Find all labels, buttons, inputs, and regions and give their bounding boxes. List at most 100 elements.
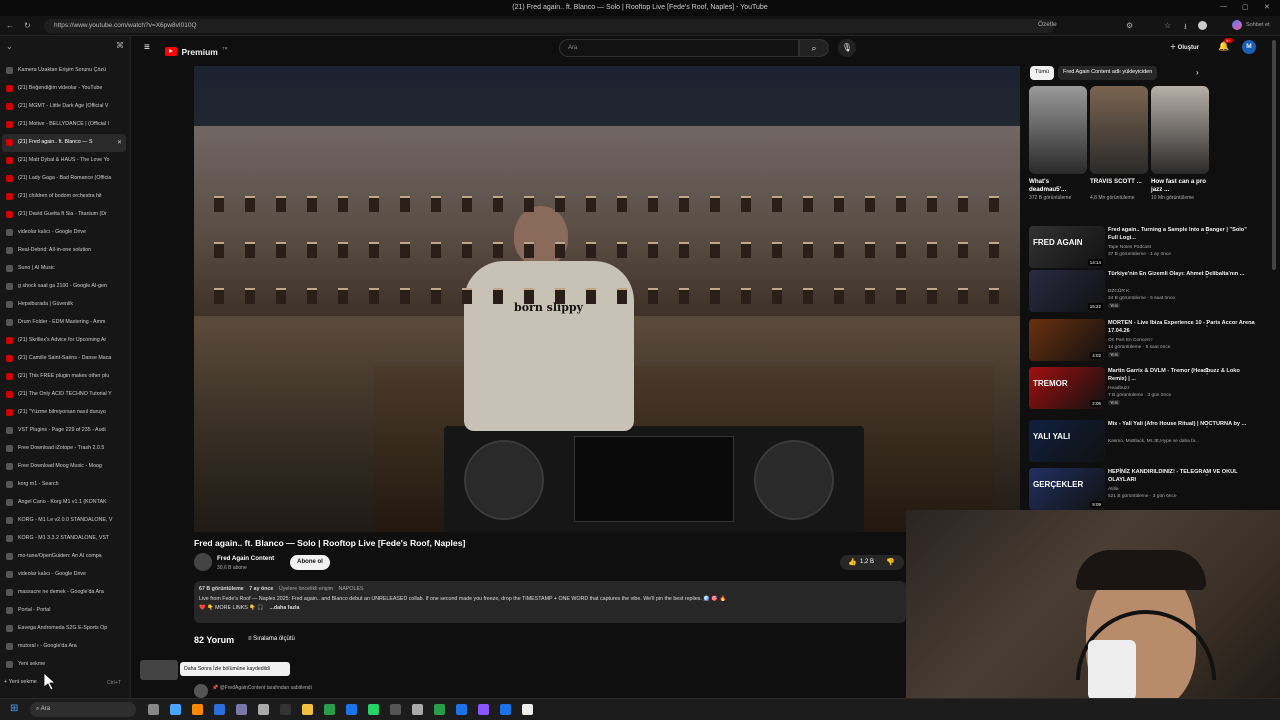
sidebar-tab[interactable]: (21) children of bodom orchestra hit — [2, 188, 126, 206]
sidebar-tab[interactable]: Free Download iZotope - Trash 2.0.5 — [2, 440, 126, 458]
create-button[interactable]: ＋ Oluştur — [1170, 42, 1199, 51]
taskbar-app-icon[interactable] — [346, 704, 357, 715]
sidebar-tab[interactable]: (21) This FREE plugin makes other plu — [2, 368, 126, 386]
more-options-icon[interactable]: ⋮ — [1203, 226, 1211, 235]
more-options-icon[interactable]: ⋮ — [1203, 420, 1211, 429]
url-field[interactable]: https://www.youtube.com/watch?v=X6pw8vI0… — [44, 19, 1054, 33]
ozetle-button[interactable]: Özetle — [1038, 21, 1057, 28]
chip-channel[interactable]: Fred Again Content adlı yükleyiciden — [1058, 66, 1158, 80]
chevron-right-icon[interactable]: › — [1196, 68, 1199, 77]
recommendation-item[interactable]: 15:22 Türkiye'nin En Gizemli Olayı: Ahmet… — [1029, 270, 1269, 314]
taskbar-app-icon[interactable] — [214, 704, 225, 715]
page-scrollbar[interactable] — [1272, 40, 1276, 270]
back-icon[interactable]: ← — [6, 21, 14, 30]
recommendation-channel[interactable]: Headbuzz — [1108, 385, 1258, 392]
collapse-sidebar-icon[interactable]: ⌄ — [6, 42, 13, 51]
channel-name[interactable]: Fred Again Content — [217, 555, 274, 562]
taskbar-app-icon[interactable] — [324, 704, 335, 715]
recommendation-item[interactable]: YALI YALI Mix - Yali Yali (Afro House Rit… — [1029, 420, 1269, 464]
sidebar-tab[interactable]: (21) Fred again.. ft. Blanco — S ✕ — [2, 134, 126, 152]
taskbar-app-icon[interactable] — [280, 704, 291, 715]
more-options-icon[interactable]: ⋮ — [1203, 319, 1211, 328]
taskbar-app-icon[interactable] — [236, 704, 247, 715]
sidebar-tab[interactable]: Suno | AI Music — [2, 260, 126, 278]
account-avatar[interactable]: M — [1242, 40, 1256, 54]
search-input[interactable]: Ara — [559, 39, 799, 57]
taskbar-app-icon[interactable] — [258, 704, 269, 715]
recommendation-title[interactable]: Mix - Yali Yali (Afro House Ritual) | NO… — [1108, 420, 1258, 428]
youtube-logo[interactable]: Premium TR — [165, 43, 228, 61]
show-more-button[interactable]: ...daha fazla — [269, 605, 299, 611]
pin-sidebar-icon[interactable]: ⌘ — [116, 41, 124, 50]
recommendation-title[interactable]: MORTEN - Live Ibiza Experience 10 - Pari… — [1108, 319, 1258, 335]
recommendation-thumbnail[interactable]: 15:22 — [1029, 270, 1105, 312]
subscribe-button[interactable]: Abone ol — [290, 555, 330, 570]
recommendation-thumbnail[interactable]: FRED AGAIN 14:14 — [1029, 226, 1105, 268]
short-thumbnail[interactable] — [1151, 86, 1209, 174]
sidebar-tab[interactable]: mo-tune/OpenGuiden: An AI compa — [2, 548, 126, 566]
recommendation-channel[interactable]: Atilla — [1108, 486, 1258, 493]
sidebar-tab[interactable]: videolar kalıcı - Google Drive — [2, 566, 126, 584]
sidebar-tab[interactable]: KORG - M1 3.3.2 STANDALONE, VST — [2, 530, 126, 548]
taskbar-app-icon[interactable] — [170, 704, 181, 715]
recommendation-item[interactable]: 4:02 MORTEN - Live Ibiza Experience 10 - … — [1029, 319, 1269, 363]
sidebar-tab[interactable]: (21) Motive - BELLYDANCE | (Official I — [2, 116, 126, 134]
hashtag[interactable]: NAPOLES — [339, 586, 364, 592]
sidebar-tab[interactable]: Angel Cano - Korg M1 v1.1 (KONTAK — [2, 494, 126, 512]
new-tab-button[interactable]: + Yeni sekme — [4, 679, 37, 685]
recommendation-channel[interactable]: Tape Notes Podcast — [1108, 244, 1258, 251]
extensions-icon[interactable]: ⚙ — [1126, 21, 1133, 30]
video-player[interactable]: born slippy — [194, 66, 1020, 532]
voice-search-button[interactable]: 🎙 — [838, 39, 856, 57]
sidebar-tab[interactable]: massacre ne demek - Google'da Ara — [2, 584, 126, 602]
sidebar-tab[interactable]: (21) Beğendiğim videolar - YouTube — [2, 80, 126, 98]
sidebar-tab[interactable]: (21) The Only ACID TECHNO Tutorial Y — [2, 386, 126, 404]
recommendation-channel[interactable]: On Part En Concert ! — [1108, 337, 1258, 344]
start-icon[interactable]: ⊞ — [10, 703, 18, 714]
recommendation-item[interactable]: TREMOR 2:06 Martin Garrix & DVLM - Tremor … — [1029, 367, 1269, 411]
taskbar-app-icon[interactable] — [522, 704, 533, 715]
taskbar-app-icon[interactable] — [456, 704, 467, 715]
taskbar-app-icon[interactable] — [500, 704, 511, 715]
taskbar-app-icon[interactable] — [434, 704, 445, 715]
recommendation-thumbnail[interactable]: YALI YALI — [1029, 420, 1105, 462]
favorites-icon[interactable]: ☆ — [1164, 21, 1171, 30]
more-options-icon[interactable]: ⋮ — [1203, 270, 1211, 279]
close-tab-icon[interactable]: ✕ — [117, 139, 122, 146]
short-title[interactable]: TRAVIS SCOTT ... — [1090, 178, 1148, 186]
menu-icon[interactable]: ≡ — [144, 42, 150, 53]
dislike-icon[interactable]: 👎 — [886, 558, 895, 566]
taskbar-search[interactable]: ⌕ Ara — [30, 702, 136, 717]
taskbar-app-icon[interactable] — [302, 704, 313, 715]
sidebar-tab[interactable]: mutoral ı - Google'da Ara — [2, 638, 126, 656]
sidebar-tab[interactable]: g shock saat ga 2100 - Google AI-gen — [2, 278, 126, 296]
recommendation-title[interactable]: HEPİNİZ KANDIRILDINIZ! - TELEGRAM VE OKU… — [1108, 468, 1258, 484]
sidebar-tab[interactable]: Free Download Moog Music - Moog — [2, 458, 126, 476]
sidebar-tab[interactable]: Kamera Uzaktan Erişim Sorunu Çözü — [2, 62, 126, 80]
like-icon[interactable]: 👍 — [848, 558, 857, 566]
sidebar-tab[interactable]: videolar kalıcı - Google Drive — [2, 224, 126, 242]
recommendation-title[interactable]: Türkiye'nin En Gizemli Olayı: Ahmet Deli… — [1108, 270, 1258, 278]
sidebar-tab[interactable]: Portal - Portal — [2, 602, 126, 620]
notifications-button[interactable]: 🔔 9+ — [1218, 38, 1233, 52]
recommendation-title[interactable]: Martin Garrix & DVLM - Tremor (Headbuzz … — [1108, 367, 1258, 383]
more-options-icon[interactable]: ⋮ — [1203, 468, 1211, 477]
profile-avatar[interactable] — [1198, 21, 1207, 30]
recommendation-thumbnail[interactable]: GERÇEKLER 9:09 — [1029, 468, 1105, 510]
minimize-icon[interactable]: — — [1220, 3, 1227, 10]
taskbar-app-icon[interactable] — [412, 704, 423, 715]
sidebar-tab[interactable]: Real-Debrid: All-in-one solution — [2, 242, 126, 260]
short-title[interactable]: What's deadmau5'... — [1029, 178, 1087, 194]
sort-comments-button[interactable]: ≡ Sıralama ölçütü — [248, 636, 295, 642]
sidebar-tab[interactable]: Hepsiburada | Güvenlik — [2, 296, 126, 314]
chip-all[interactable]: Tümü — [1030, 66, 1055, 80]
maximize-icon[interactable]: ▢ — [1242, 3, 1249, 11]
sidebar-tab[interactable]: (21) Skrillex's Advice for Upcoming Ar — [2, 332, 126, 350]
recommendation-item[interactable]: FRED AGAIN 14:14 Fred again.. Turning a Sa… — [1029, 226, 1269, 270]
taskbar-app-icon[interactable] — [192, 704, 203, 715]
taskbar-app-icon[interactable] — [368, 704, 379, 715]
sidebar-tab[interactable]: (21) MGMT - Little Dark Age (Official V — [2, 98, 126, 116]
sidebar-tab[interactable]: Eavega Andromeda S2G E-Sports Op — [2, 620, 126, 638]
taskbar-app-icon[interactable] — [390, 704, 401, 715]
search-button[interactable]: ⌕ — [799, 39, 829, 57]
